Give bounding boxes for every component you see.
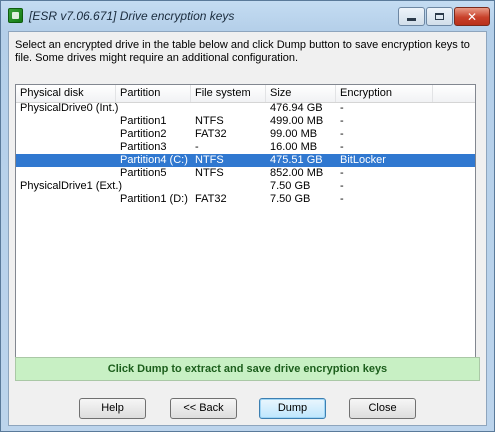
close-button[interactable]: Close bbox=[349, 398, 416, 419]
table-row[interactable]: Partition1 NTFS 499.00 MB - bbox=[16, 115, 475, 128]
cell-encryption: - bbox=[340, 167, 344, 179]
cell-encryption: - bbox=[340, 102, 344, 114]
dialog-body: Select an encrypted drive in the table b… bbox=[8, 31, 487, 426]
cell-encryption: - bbox=[340, 141, 344, 153]
cell-encryption: - bbox=[340, 115, 344, 127]
close-window-button[interactable]: ✕ bbox=[454, 7, 490, 26]
table-row[interactable]: Partition5 NTFS 852.00 MB - bbox=[16, 167, 475, 180]
dialog-window: [ESR v7.06.671] Drive encryption keys ✕ … bbox=[0, 0, 495, 432]
column-header-physical-disk[interactable]: Physical disk bbox=[16, 85, 116, 102]
column-header-encryption[interactable]: Encryption bbox=[336, 85, 433, 102]
table-row[interactable]: Partition2 FAT32 99.00 MB - bbox=[16, 128, 475, 141]
table-row[interactable]: Partition1 (D:) FAT32 7.50 GB - bbox=[16, 193, 475, 206]
cell-encryption: - bbox=[340, 128, 344, 140]
cell-size: 16.00 MB bbox=[270, 141, 318, 153]
cell-size: 499.00 MB bbox=[270, 115, 324, 127]
cell-size: 476.94 GB bbox=[270, 102, 323, 114]
app-icon bbox=[8, 8, 23, 23]
minimize-button[interactable] bbox=[398, 7, 425, 26]
drive-table[interactable]: Physical disk Partition File system Size… bbox=[15, 84, 476, 379]
cell-partition bbox=[116, 180, 120, 193]
cell-physical-disk bbox=[16, 193, 20, 206]
cell-file-system: FAT32 bbox=[195, 128, 227, 140]
back-button[interactable]: << Back bbox=[170, 398, 237, 419]
instructions-text: Select an encrypted drive in the table b… bbox=[15, 39, 470, 64]
cell-partition: Partition2 bbox=[120, 128, 167, 140]
cell-file-system bbox=[191, 102, 195, 115]
help-button[interactable]: Help bbox=[79, 398, 146, 419]
cell-physical-disk bbox=[16, 115, 20, 128]
maximize-button[interactable] bbox=[426, 7, 453, 26]
column-header-size[interactable]: Size bbox=[266, 85, 336, 102]
cell-size: 7.50 GB bbox=[270, 180, 311, 192]
column-header-file-system[interactable]: File system bbox=[191, 85, 266, 102]
cell-encryption: - bbox=[340, 193, 344, 205]
cell-partition: Partition3 bbox=[120, 141, 167, 153]
cell-physical-disk: PhysicalDrive0 (Int.) bbox=[20, 102, 119, 114]
cell-encryption: BitLocker bbox=[340, 154, 386, 166]
cell-physical-disk bbox=[16, 141, 20, 154]
window-title: [ESR v7.06.671] Drive encryption keys bbox=[29, 9, 235, 23]
cell-partition bbox=[116, 102, 120, 115]
cell-partition: Partition1 bbox=[120, 115, 167, 127]
table-row[interactable]: Partition3 - 16.00 MB - bbox=[16, 141, 475, 154]
cell-physical-disk bbox=[16, 154, 20, 167]
cell-size: 99.00 MB bbox=[270, 128, 318, 140]
close-icon: ✕ bbox=[466, 9, 478, 24]
cell-partition: Partition1 (D:) bbox=[120, 193, 188, 205]
cell-size: 7.50 GB bbox=[270, 193, 311, 205]
cell-partition: Partition4 (C:) bbox=[120, 154, 188, 166]
cell-size: 475.51 GB bbox=[270, 154, 323, 166]
cell-file-system: - bbox=[195, 141, 199, 153]
table-row-selected[interactable]: Partition4 (C:) NTFS 475.51 GB BitLocker bbox=[16, 154, 475, 167]
cell-physical-disk bbox=[16, 167, 20, 180]
cell-file-system: NTFS bbox=[195, 167, 224, 179]
maximize-icon bbox=[435, 13, 444, 20]
cell-file-system: NTFS bbox=[195, 154, 224, 166]
table-header: Physical disk Partition File system Size… bbox=[16, 85, 475, 103]
cell-physical-disk: PhysicalDrive1 (Ext.) bbox=[20, 180, 123, 192]
dump-button[interactable]: Dump bbox=[259, 398, 326, 419]
table-row[interactable]: PhysicalDrive0 (Int.) 476.94 GB - bbox=[16, 102, 475, 115]
cell-file-system: NTFS bbox=[195, 115, 224, 127]
cell-physical-disk bbox=[16, 128, 20, 141]
column-header-partition[interactable]: Partition bbox=[116, 85, 191, 102]
cell-size: 852.00 MB bbox=[270, 167, 324, 179]
cell-file-system: FAT32 bbox=[195, 193, 227, 205]
status-message: Click Dump to extract and save drive enc… bbox=[15, 357, 480, 381]
cell-partition: Partition5 bbox=[120, 167, 167, 179]
cell-file-system bbox=[191, 180, 195, 193]
minimize-icon bbox=[407, 18, 416, 21]
title-bar[interactable]: [ESR v7.06.671] Drive encryption keys ✕ bbox=[1, 1, 494, 31]
cell-encryption: - bbox=[340, 180, 344, 192]
table-row[interactable]: PhysicalDrive1 (Ext.) 7.50 GB - bbox=[16, 180, 475, 193]
